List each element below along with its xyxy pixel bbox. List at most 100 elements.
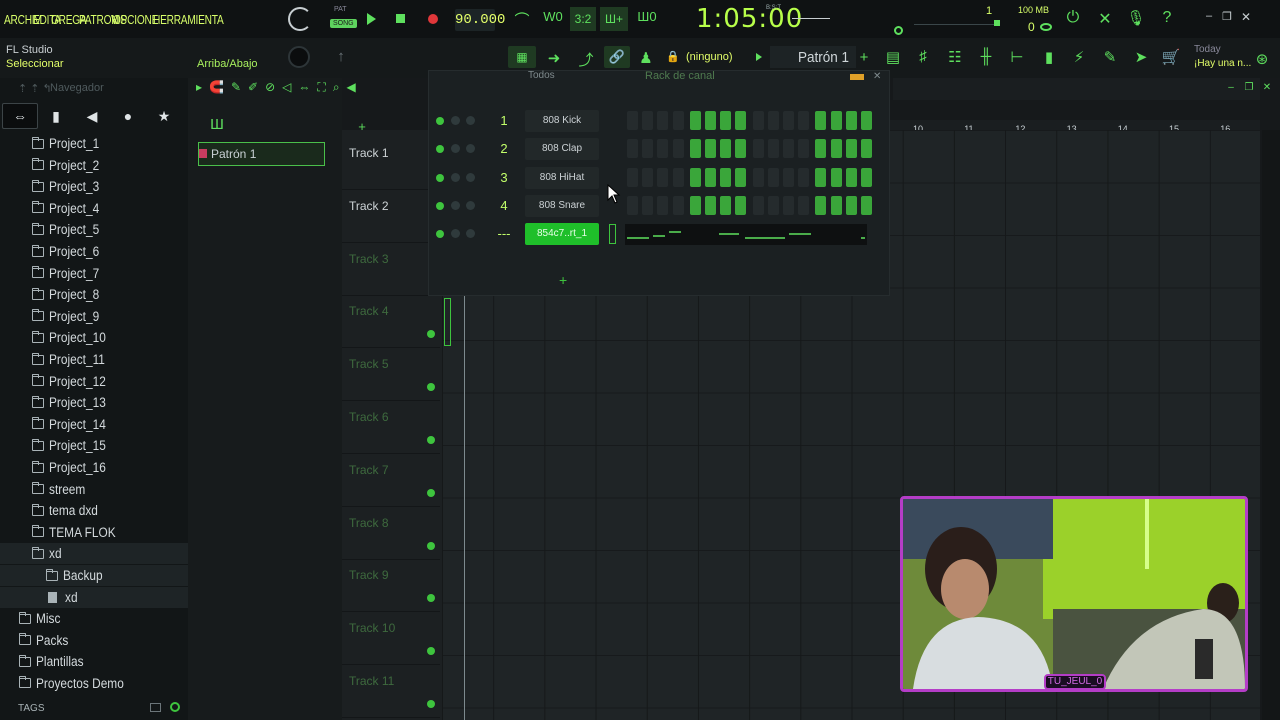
track-header[interactable]: Track 11 [342,666,440,718]
step-button[interactable] [720,195,732,215]
step-button[interactable] [627,167,638,187]
step-button[interactable] [689,167,701,187]
browser-item[interactable]: Project_9 [0,306,188,327]
browser-item[interactable]: Project_5 [0,219,188,240]
step-button[interactable] [752,195,764,215]
step-button[interactable] [720,139,732,159]
step-button[interactable] [657,139,669,159]
step-button[interactable] [830,195,842,215]
step-button[interactable] [642,111,654,130]
browser-root-item[interactable]: Proyectos Demo [0,673,188,694]
browser-item[interactable]: Project_2 [0,155,188,176]
channel-mixer-track[interactable]: --- [496,226,512,241]
track-header[interactable]: Track 9 [342,560,440,613]
step-button[interactable] [752,111,764,130]
pattern-mode-icon[interactable]: Ш [206,116,228,133]
step-button[interactable] [735,195,747,215]
channel-mute-led[interactable] [436,145,444,154]
browser-item[interactable]: Project_11 [0,349,188,370]
step-button[interactable] [705,167,716,187]
browser-nav-arrows[interactable]: ⇡ ⇡ ↰ [18,82,52,95]
help-icon[interactable]: ? [1156,9,1178,27]
step-button[interactable] [783,139,794,159]
play-arrow-icon[interactable]: ▸ [196,80,202,98]
select-icon[interactable]: ⛶ [317,80,325,98]
browser-item[interactable]: Project_10 [0,327,188,348]
mute-tool-icon[interactable]: ⊘ [265,80,275,98]
metronome-icon[interactable]: ⌒ [510,9,534,30]
step-button[interactable] [752,167,764,187]
step-button[interactable] [861,195,872,215]
step-button[interactable] [767,167,779,187]
brush-icon[interactable]: ✐ [248,80,258,98]
step-button[interactable] [642,139,654,159]
step-button[interactable] [672,195,684,215]
track-header[interactable]: Track 4 [342,296,440,349]
playback-icon[interactable]: ◀ [347,80,356,98]
step-button[interactable] [783,195,794,215]
cart-icon[interactable]: 🛒 [1160,48,1182,66]
playlist-min-icon[interactable]: – [1226,82,1236,93]
playlist-scrollbar[interactable] [1262,130,1280,720]
step-button[interactable] [815,139,827,159]
step-button[interactable] [705,139,716,159]
browser-item[interactable]: TEMA FLOK [0,522,188,543]
file-icon[interactable]: ▮ [1038,48,1060,66]
track-header[interactable]: Track 8 [342,508,440,560]
browser-item[interactable]: xd [0,543,188,565]
step-button[interactable] [689,195,701,215]
browser-root-item[interactable]: Misc [0,608,188,629]
step-button[interactable] [735,167,747,187]
browser-item[interactable]: Project_3 [0,176,188,197]
browser-item[interactable]: Project_15 [0,435,188,456]
browser-item[interactable]: Project_16 [0,457,188,478]
track-header[interactable]: Track 1 [342,138,440,190]
step-button[interactable] [861,111,872,130]
record-button[interactable] [428,14,438,24]
step-button[interactable] [783,111,794,130]
pat-mode-label[interactable]: PAT [334,6,347,13]
step-button[interactable] [735,111,747,130]
curve-icon[interactable]: ⤴ [576,49,596,70]
pencil-icon[interactable]: ✎ [231,80,241,98]
link-button[interactable]: 🔗 [604,46,630,68]
tab-favorites-icon[interactable]: ★ [146,103,182,129]
news-text[interactable]: ¡Hay una n... [1194,58,1251,69]
step-button[interactable] [627,195,638,215]
browser-item[interactable]: Project_14 [0,414,188,435]
tab-plugins-icon[interactable]: ● [110,103,146,129]
track-mute-led[interactable] [427,647,435,656]
step-button[interactable] [642,195,654,215]
channel-rack-icon[interactable]: ☷ [944,48,966,66]
browser-tree-icon[interactable]: ⊢ [1006,48,1028,66]
snap-icon[interactable]: ↑ [332,48,350,65]
track-mute-led[interactable] [427,541,435,550]
browser-item[interactable]: streem [0,479,188,500]
zoom-icon[interactable]: ⌕ [333,80,340,98]
track-mute-led[interactable] [427,436,435,444]
script-icon[interactable]: ✎ [1099,48,1121,66]
channel-pan-knob[interactable] [451,200,460,210]
channel-name-button[interactable]: 854c7..rt_1 [525,223,599,246]
step-button[interactable] [752,139,764,159]
step-button[interactable] [657,195,669,215]
channel-mute-led[interactable] [436,230,444,239]
step-button[interactable] [861,139,872,159]
browser-item[interactable]: Project_6 [0,241,188,262]
step-button[interactable] [767,111,779,130]
arrow-send-icon[interactable]: ➤ [1130,48,1152,66]
tags-search-icon[interactable] [170,702,180,712]
minimize-icon[interactable]: – [1202,10,1216,22]
channel-mixer-track[interactable]: 4 [496,198,512,213]
song-mode-toggle[interactable]: SONG [330,19,357,28]
browser-item[interactable]: Project_12 [0,371,188,392]
slice-icon[interactable]: ◁ [282,80,291,98]
browser-item[interactable]: Project_13 [0,392,188,413]
channel-pan-knob[interactable] [451,116,460,125]
browser-item[interactable]: Project_1 [0,133,188,154]
tab-all-icon[interactable]: ⇔ [2,103,38,129]
piano-roll-button[interactable]: ▦ [508,46,536,68]
tab-files-icon[interactable]: ▮ [38,103,74,129]
mixer-icon[interactable]: ╫ [975,48,997,65]
step-button[interactable] [845,167,857,187]
